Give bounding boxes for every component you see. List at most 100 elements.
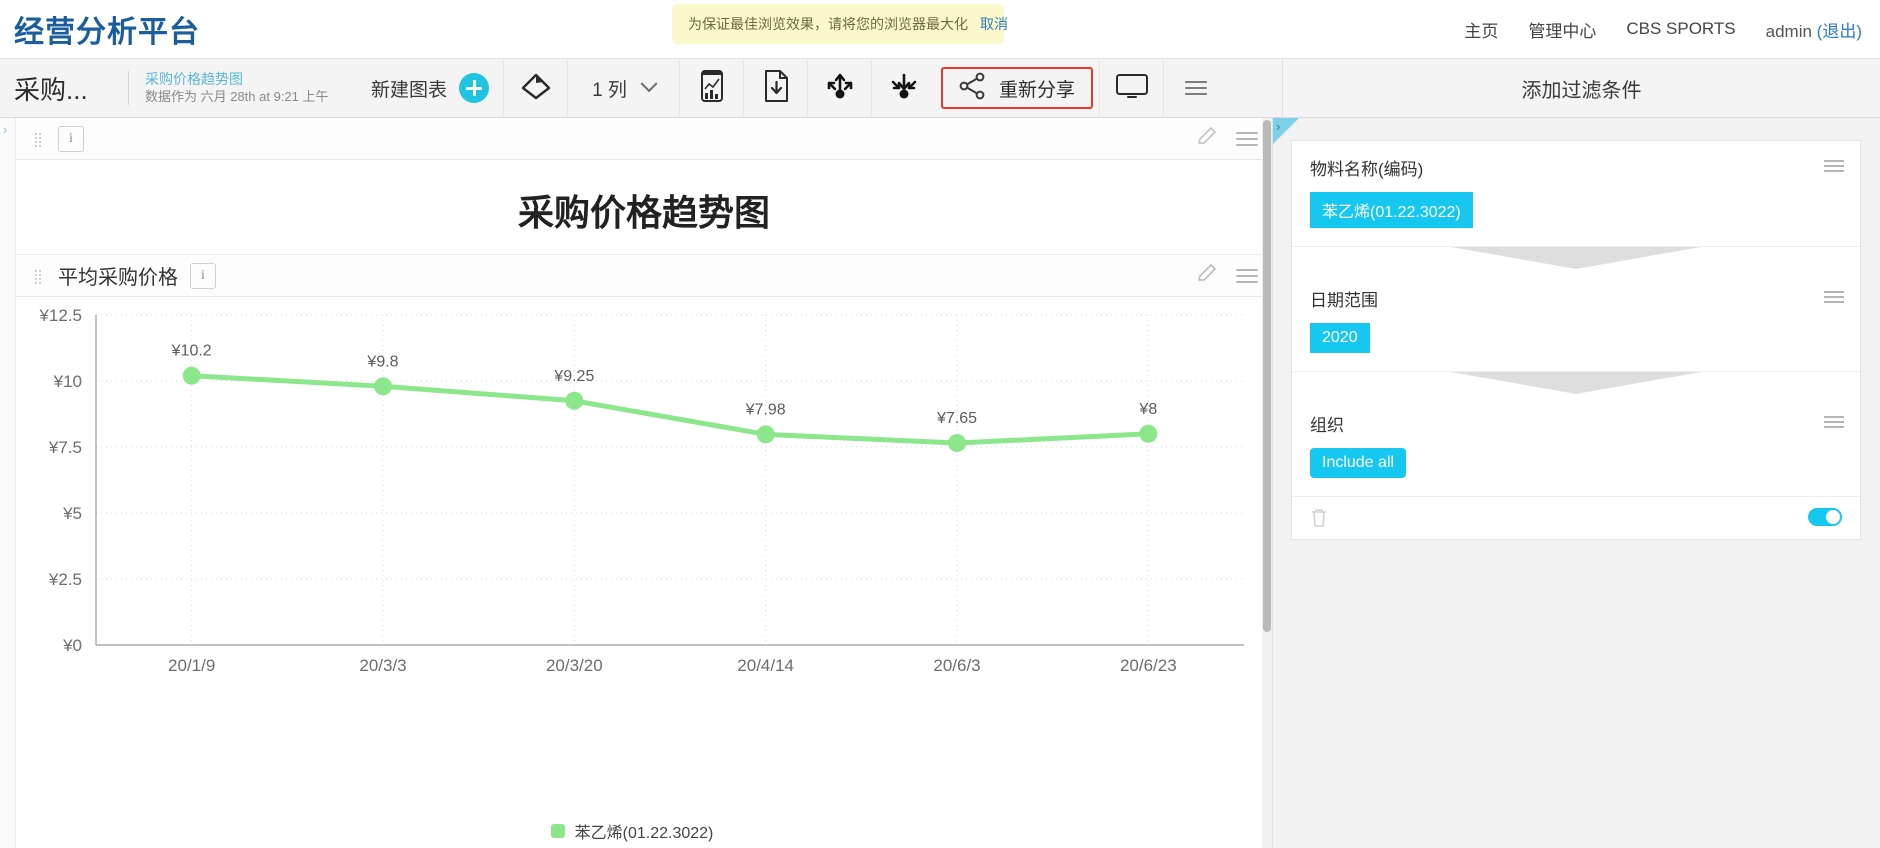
new-chart-label: 新建图表: [371, 79, 448, 101]
filter-menu-icon[interactable]: [1824, 288, 1844, 306]
maximize-browser-banner: 为保证最佳浏览效果，请将您的浏览器最大化 取消: [672, 4, 1008, 44]
svg-text:¥10.2: ¥10.2: [171, 343, 212, 360]
filter-list: 物料名称(编码) 苯乙烯(01.22.3022) 日期范围 2020 组织 In…: [1291, 140, 1861, 540]
dashboard-data-timestamp: 数据作为 六月 28th at 9:21 上午: [145, 89, 329, 104]
filter-value-pill[interactable]: 苯乙烯(01.22.3022): [1310, 192, 1473, 228]
canvas-scrollbar[interactable]: [1262, 118, 1272, 848]
drag-handle-icon[interactable]: [34, 269, 44, 284]
expand-all-icon: [823, 69, 857, 108]
chart-title: 平均采购价格: [58, 267, 178, 289]
svg-text:¥5: ¥5: [62, 504, 82, 523]
collapse-all-button[interactable]: [871, 59, 935, 117]
svg-text:¥7.5: ¥7.5: [48, 438, 82, 457]
mobile-preview-button[interactable]: [679, 59, 743, 117]
new-chart-button[interactable]: 新建图表: [361, 59, 503, 117]
app-root: 经营分析平台 为保证最佳浏览效果，请将您的浏览器最大化 取消 主页 管理中心 C…: [0, 0, 1880, 848]
filter-divider-notch: [1292, 246, 1860, 272]
left-rail: ›: [0, 118, 16, 848]
logout-link[interactable]: (退出): [1817, 22, 1862, 41]
filter-label: 物料名称(编码): [1310, 160, 1424, 179]
chart-card-header: 平均采购价格 i: [16, 255, 1272, 297]
drag-handle-icon[interactable]: [34, 132, 44, 147]
hamburger-menu-icon: [1184, 77, 1207, 99]
svg-text:¥9.8: ¥9.8: [366, 353, 398, 370]
dashboard-toolbar: 采购... 采购价格趋势图 数据作为 六月 28th at 9:21 上午 新建…: [0, 58, 1880, 118]
banner-message: 为保证最佳浏览效果，请将您的浏览器最大化: [688, 16, 968, 32]
user-area: admin (退出): [1766, 17, 1862, 42]
download-button[interactable]: [743, 59, 807, 117]
svg-text:¥7.65: ¥7.65: [936, 410, 977, 427]
filter-footer: [1292, 496, 1860, 539]
header-nav: 主页 管理中心 CBS SPORTS admin (退出): [1464, 0, 1862, 58]
body-area: › i 采购价格趋势图 平均采购价格 i ¥0 ¥2.5 ¥5 ¥7.5 ¥10…: [0, 118, 1880, 848]
filter-material-name: 物料名称(编码) 苯乙烯(01.22.3022): [1292, 141, 1860, 246]
card-menu-icon[interactable]: [1236, 265, 1258, 287]
edit-pencil-icon[interactable]: [1196, 262, 1218, 289]
filter-enabled-toggle[interactable]: [1808, 508, 1842, 526]
svg-text:¥12.5: ¥12.5: [38, 306, 82, 325]
nav-link-cbs-sports[interactable]: CBS SPORTS: [1626, 19, 1735, 39]
filter-label: 日期范围: [1310, 291, 1378, 310]
edit-shape-icon: [519, 69, 553, 108]
filter-menu-icon[interactable]: [1824, 157, 1844, 175]
filter-menu-icon[interactable]: [1824, 413, 1844, 431]
svg-text:¥0: ¥0: [62, 636, 82, 655]
svg-text:¥9.25: ¥9.25: [553, 368, 594, 385]
expand-all-button[interactable]: [807, 59, 871, 117]
svg-text:20/1/9: 20/1/9: [168, 656, 215, 675]
dashboard-meta: 采购价格趋势图 数据作为 六月 28th at 9:21 上午: [129, 59, 361, 117]
chart-panel: 平均采购价格 i ¥0 ¥2.5 ¥5 ¥7.5 ¥10 ¥12.5 ¥10.2 ¥9.8 ¥9…: [16, 254, 1272, 842]
edit-shape-button[interactable]: [503, 59, 567, 117]
line-chart[interactable]: ¥0 ¥2.5 ¥5 ¥7.5 ¥10 ¥12.5 ¥10.2 ¥9.8 ¥9.25 ¥7.98 ¥…: [16, 297, 1256, 827]
filter-value-pill[interactable]: 2020: [1310, 323, 1370, 353]
top-header: 经营分析平台 为保证最佳浏览效果，请将您的浏览器最大化 取消 主页 管理中心 C…: [0, 0, 1880, 58]
reshare-button[interactable]: 重新分享: [941, 67, 1094, 109]
filter-value-pill[interactable]: Include all: [1310, 448, 1407, 478]
svg-text:20/3/3: 20/3/3: [359, 656, 406, 675]
collapse-filter-panel-icon[interactable]: ›: [1276, 119, 1280, 134]
filter-panel: › 物料名称(编码) 苯乙烯(01.22.3022) 日期范围 2020 组织 …: [1272, 118, 1880, 848]
expand-left-panel-icon[interactable]: ›: [3, 122, 15, 137]
svg-text:¥10: ¥10: [53, 372, 82, 391]
brand-title: 经营分析平台: [14, 16, 200, 49]
svg-text:¥8: ¥8: [1138, 401, 1157, 418]
dashboard-canvas: i 采购价格趋势图 平均采购价格 i ¥0 ¥2.5 ¥5 ¥7.5 ¥10 ¥…: [16, 118, 1272, 848]
dashboard-title-card-header: i: [16, 118, 1272, 160]
presentation-mode-button[interactable]: [1099, 59, 1163, 117]
toolbar-menu-button[interactable]: [1163, 59, 1227, 117]
svg-text:¥7.98: ¥7.98: [745, 401, 786, 418]
svg-text:20/4/14: 20/4/14: [737, 656, 794, 675]
filter-date-range: 日期范围 2020: [1292, 272, 1860, 371]
scrollbar-thumb[interactable]: [1263, 120, 1271, 632]
card-menu-icon[interactable]: [1236, 128, 1258, 150]
reshare-label: 重新分享: [999, 79, 1076, 101]
collapse-all-icon: [887, 69, 921, 108]
dashboard-name-link[interactable]: 采购价格趋势图: [145, 70, 345, 88]
svg-text:20/6/3: 20/6/3: [933, 656, 980, 675]
svg-text:¥2.5: ¥2.5: [48, 570, 82, 589]
toolbar-right-group: [1099, 59, 1227, 117]
file-download-icon: [761, 69, 791, 108]
chart-body: ¥0 ¥2.5 ¥5 ¥7.5 ¥10 ¥12.5 ¥10.2 ¥9.8 ¥9.25 ¥7.98 ¥…: [16, 297, 1272, 842]
presentation-screen-icon: [1114, 71, 1150, 106]
workspace-title[interactable]: 采购...: [0, 59, 128, 117]
column-count-select[interactable]: 1 列: [567, 59, 679, 117]
info-icon[interactable]: i: [58, 125, 84, 152]
info-icon[interactable]: i: [190, 262, 216, 289]
filter-label: 组织: [1310, 416, 1344, 435]
share-nodes-icon: [959, 72, 987, 105]
edit-pencil-icon[interactable]: [1196, 125, 1218, 152]
nav-link-home[interactable]: 主页: [1464, 17, 1498, 42]
banner-cancel-link[interactable]: 取消: [980, 14, 1008, 34]
panel-rail: ›: [1273, 118, 1299, 848]
svg-text:20/6/23: 20/6/23: [1120, 656, 1177, 675]
legend-label[interactable]: 苯乙烯(01.22.3022): [575, 819, 714, 843]
column-count-value: 1 列: [592, 79, 627, 101]
trash-icon[interactable]: [1310, 507, 1328, 527]
chevron-down-icon: [640, 75, 658, 93]
mobile-chart-icon: [697, 69, 727, 108]
add-filter-button[interactable]: 添加过滤条件: [1282, 59, 1880, 117]
legend-swatch-icon: [550, 824, 565, 838]
filter-divider-notch: [1292, 371, 1860, 397]
nav-link-admin-center[interactable]: 管理中心: [1528, 17, 1596, 42]
